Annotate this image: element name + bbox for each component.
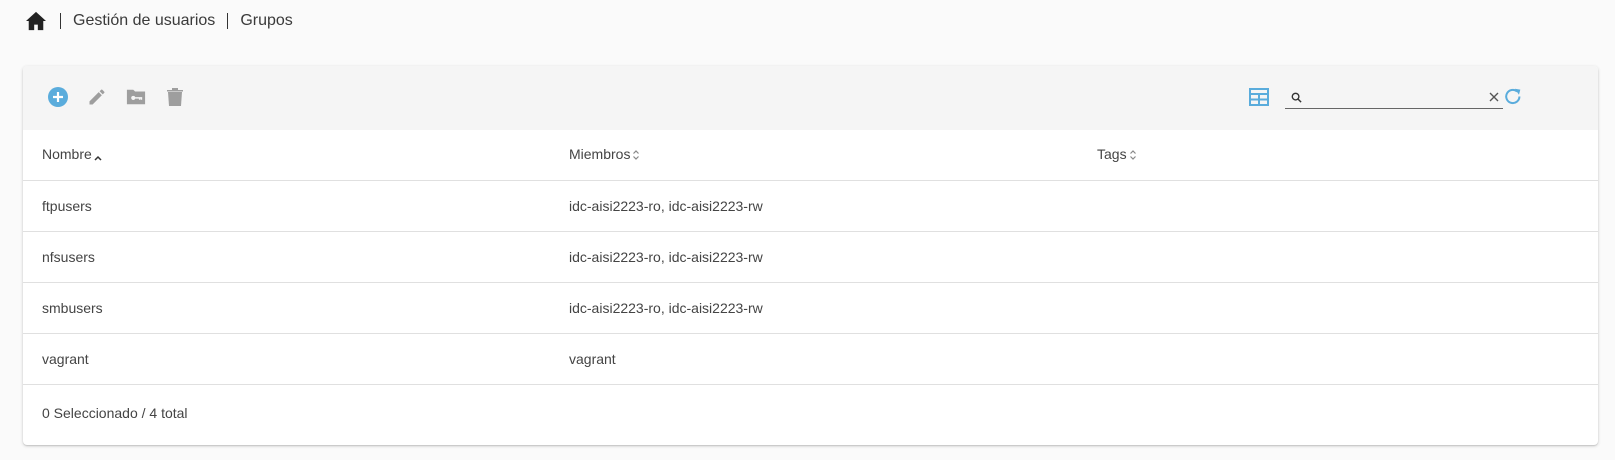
groups-table: Nombre Miembros Tags ftpusers idc-aisi22… xyxy=(23,130,1598,385)
column-header-members[interactable]: Miembros xyxy=(550,130,1078,181)
home-icon[interactable] xyxy=(24,9,48,33)
breadcrumb-groups[interactable]: Grupos xyxy=(240,12,292,30)
table-row[interactable]: nfsusers idc-aisi2223-ro, idc-aisi2223-r… xyxy=(23,231,1598,283)
cell-tags xyxy=(1078,333,1598,385)
cell-members: idc-aisi2223-ro, idc-aisi2223-rw xyxy=(550,282,1078,334)
sort-unsorted-icon xyxy=(1129,148,1137,164)
breadcrumb-separator xyxy=(227,13,229,29)
toolbar xyxy=(23,66,1598,130)
groups-panel: Nombre Miembros Tags ftpusers idc-aisi22… xyxy=(23,66,1598,445)
selection-count: 0 Seleccionado / 4 total xyxy=(42,405,188,421)
cell-tags xyxy=(1078,180,1598,232)
clear-icon[interactable] xyxy=(1487,92,1501,102)
sort-ascending-icon xyxy=(94,148,102,164)
cell-tags xyxy=(1078,282,1598,334)
edit-button[interactable] xyxy=(84,86,110,112)
delete-button[interactable] xyxy=(162,86,188,112)
permissions-button[interactable] xyxy=(123,86,149,112)
cell-name: ftpusers xyxy=(23,180,550,232)
add-circle-icon xyxy=(47,86,69,113)
edit-icon xyxy=(87,87,107,112)
column-settings-button[interactable] xyxy=(1246,86,1272,112)
refresh-icon xyxy=(1502,86,1524,113)
table-columns-icon xyxy=(1249,87,1269,111)
cell-tags xyxy=(1078,231,1598,283)
column-header-label: Miembros xyxy=(569,146,631,163)
sort-unsorted-icon xyxy=(632,148,640,164)
breadcrumb-user-management[interactable]: Gestión de usuarios xyxy=(73,12,215,30)
cell-members: idc-aisi2223-ro, idc-aisi2223-rw xyxy=(550,231,1078,283)
add-button[interactable] xyxy=(45,86,71,112)
table-row[interactable]: ftpusers idc-aisi2223-ro, idc-aisi2223-r… xyxy=(23,180,1598,232)
search-input[interactable] xyxy=(1303,87,1487,107)
cell-name: nfsusers xyxy=(23,231,550,283)
column-header-tags[interactable]: Tags xyxy=(1078,130,1598,181)
column-header-label: Nombre xyxy=(42,146,92,163)
search-icon xyxy=(1289,92,1303,103)
delete-icon xyxy=(166,87,184,112)
table-footer: 0 Seleccionado / 4 total xyxy=(23,385,1598,441)
column-header-name[interactable]: Nombre xyxy=(23,130,550,181)
table-row[interactable]: vagrant vagrant xyxy=(23,333,1598,385)
cell-members: idc-aisi2223-ro, idc-aisi2223-rw xyxy=(550,180,1078,232)
cell-members: vagrant xyxy=(550,333,1078,385)
cell-name: smbusers xyxy=(23,282,550,334)
column-header-label: Tags xyxy=(1097,146,1127,163)
refresh-button[interactable] xyxy=(1500,86,1526,112)
table-row[interactable]: smbusers idc-aisi2223-ro, idc-aisi2223-r… xyxy=(23,282,1598,334)
breadcrumb: Gestión de usuarios Grupos xyxy=(24,8,293,34)
folder-key-icon xyxy=(125,87,147,112)
cell-name: vagrant xyxy=(23,333,550,385)
breadcrumb-separator xyxy=(60,13,61,29)
table-header-row: Nombre Miembros Tags xyxy=(23,130,1598,181)
search-field xyxy=(1285,86,1503,109)
